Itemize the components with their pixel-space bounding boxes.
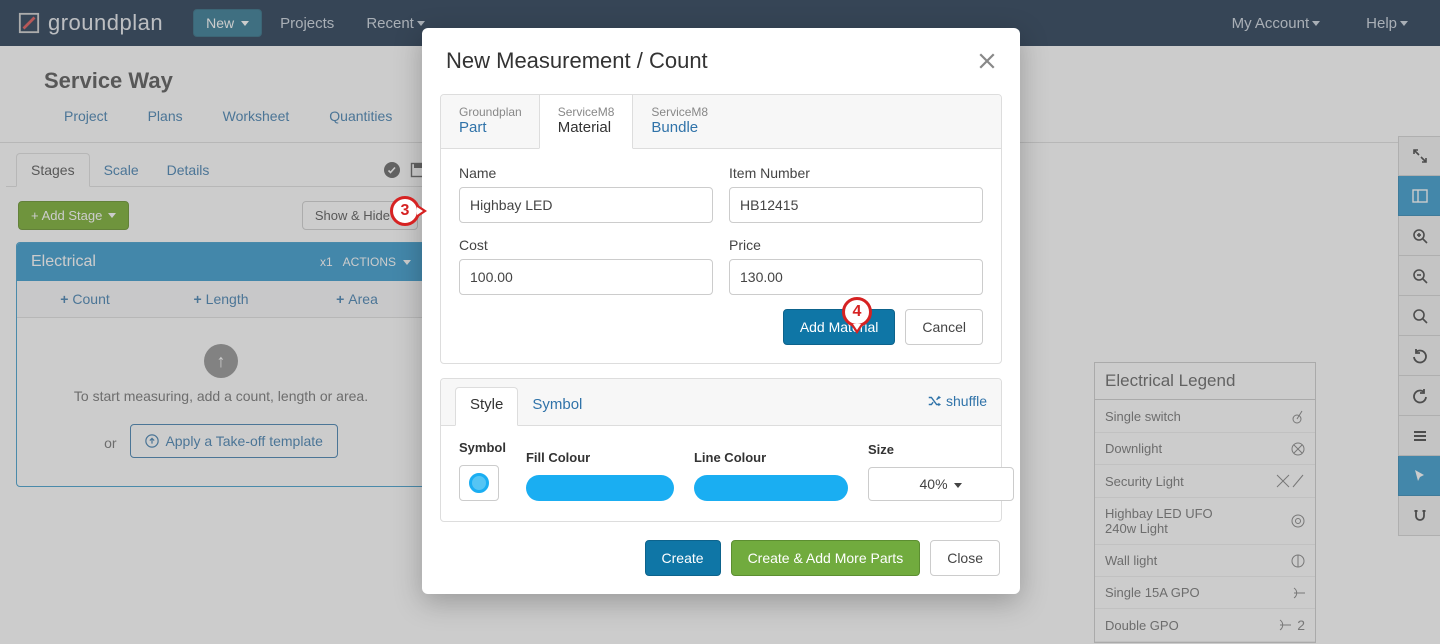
- add-material-button[interactable]: Add Material: [783, 309, 896, 345]
- shuffle-icon: [927, 394, 941, 408]
- price-input[interactable]: [729, 259, 983, 295]
- symbol-label: Symbol: [459, 440, 506, 455]
- tab-bundle[interactable]: ServiceM8Bundle: [633, 95, 726, 148]
- line-colour-label: Line Colour: [694, 450, 848, 465]
- item-number-label: Item Number: [729, 165, 983, 181]
- cost-input[interactable]: [459, 259, 713, 295]
- annotation-4: 4: [842, 297, 872, 327]
- close-button[interactable]: Close: [930, 540, 1000, 576]
- create-button[interactable]: Create: [645, 540, 721, 576]
- cost-label: Cost: [459, 237, 713, 253]
- cancel-button[interactable]: Cancel: [905, 309, 983, 345]
- close-icon[interactable]: [978, 52, 996, 70]
- create-add-more-button[interactable]: Create & Add More Parts: [731, 540, 921, 576]
- symbol-picker[interactable]: [459, 465, 499, 501]
- style-tab-symbol[interactable]: Symbol: [518, 388, 596, 425]
- style-tab-style[interactable]: Style: [455, 387, 518, 426]
- new-measurement-modal: New Measurement / Count GroundplanPart S…: [422, 28, 1020, 594]
- fill-colour-label: Fill Colour: [526, 450, 674, 465]
- item-number-input[interactable]: [729, 187, 983, 223]
- tab-part[interactable]: GroundplanPart: [441, 95, 540, 148]
- caret-down-icon: [954, 483, 962, 488]
- shuffle-button[interactable]: shuffle: [927, 393, 987, 419]
- name-label: Name: [459, 165, 713, 181]
- symbol-preview-icon: [469, 473, 489, 493]
- line-colour-picker[interactable]: [694, 475, 848, 501]
- size-label: Size: [868, 442, 1014, 457]
- modal-title: New Measurement / Count: [446, 48, 708, 74]
- price-label: Price: [729, 237, 983, 253]
- tab-material[interactable]: ServiceM8Material: [539, 95, 634, 149]
- name-input[interactable]: [459, 187, 713, 223]
- annotation-3: 3: [390, 196, 420, 226]
- size-select[interactable]: 40%: [868, 467, 1014, 501]
- fill-colour-picker[interactable]: [526, 475, 674, 501]
